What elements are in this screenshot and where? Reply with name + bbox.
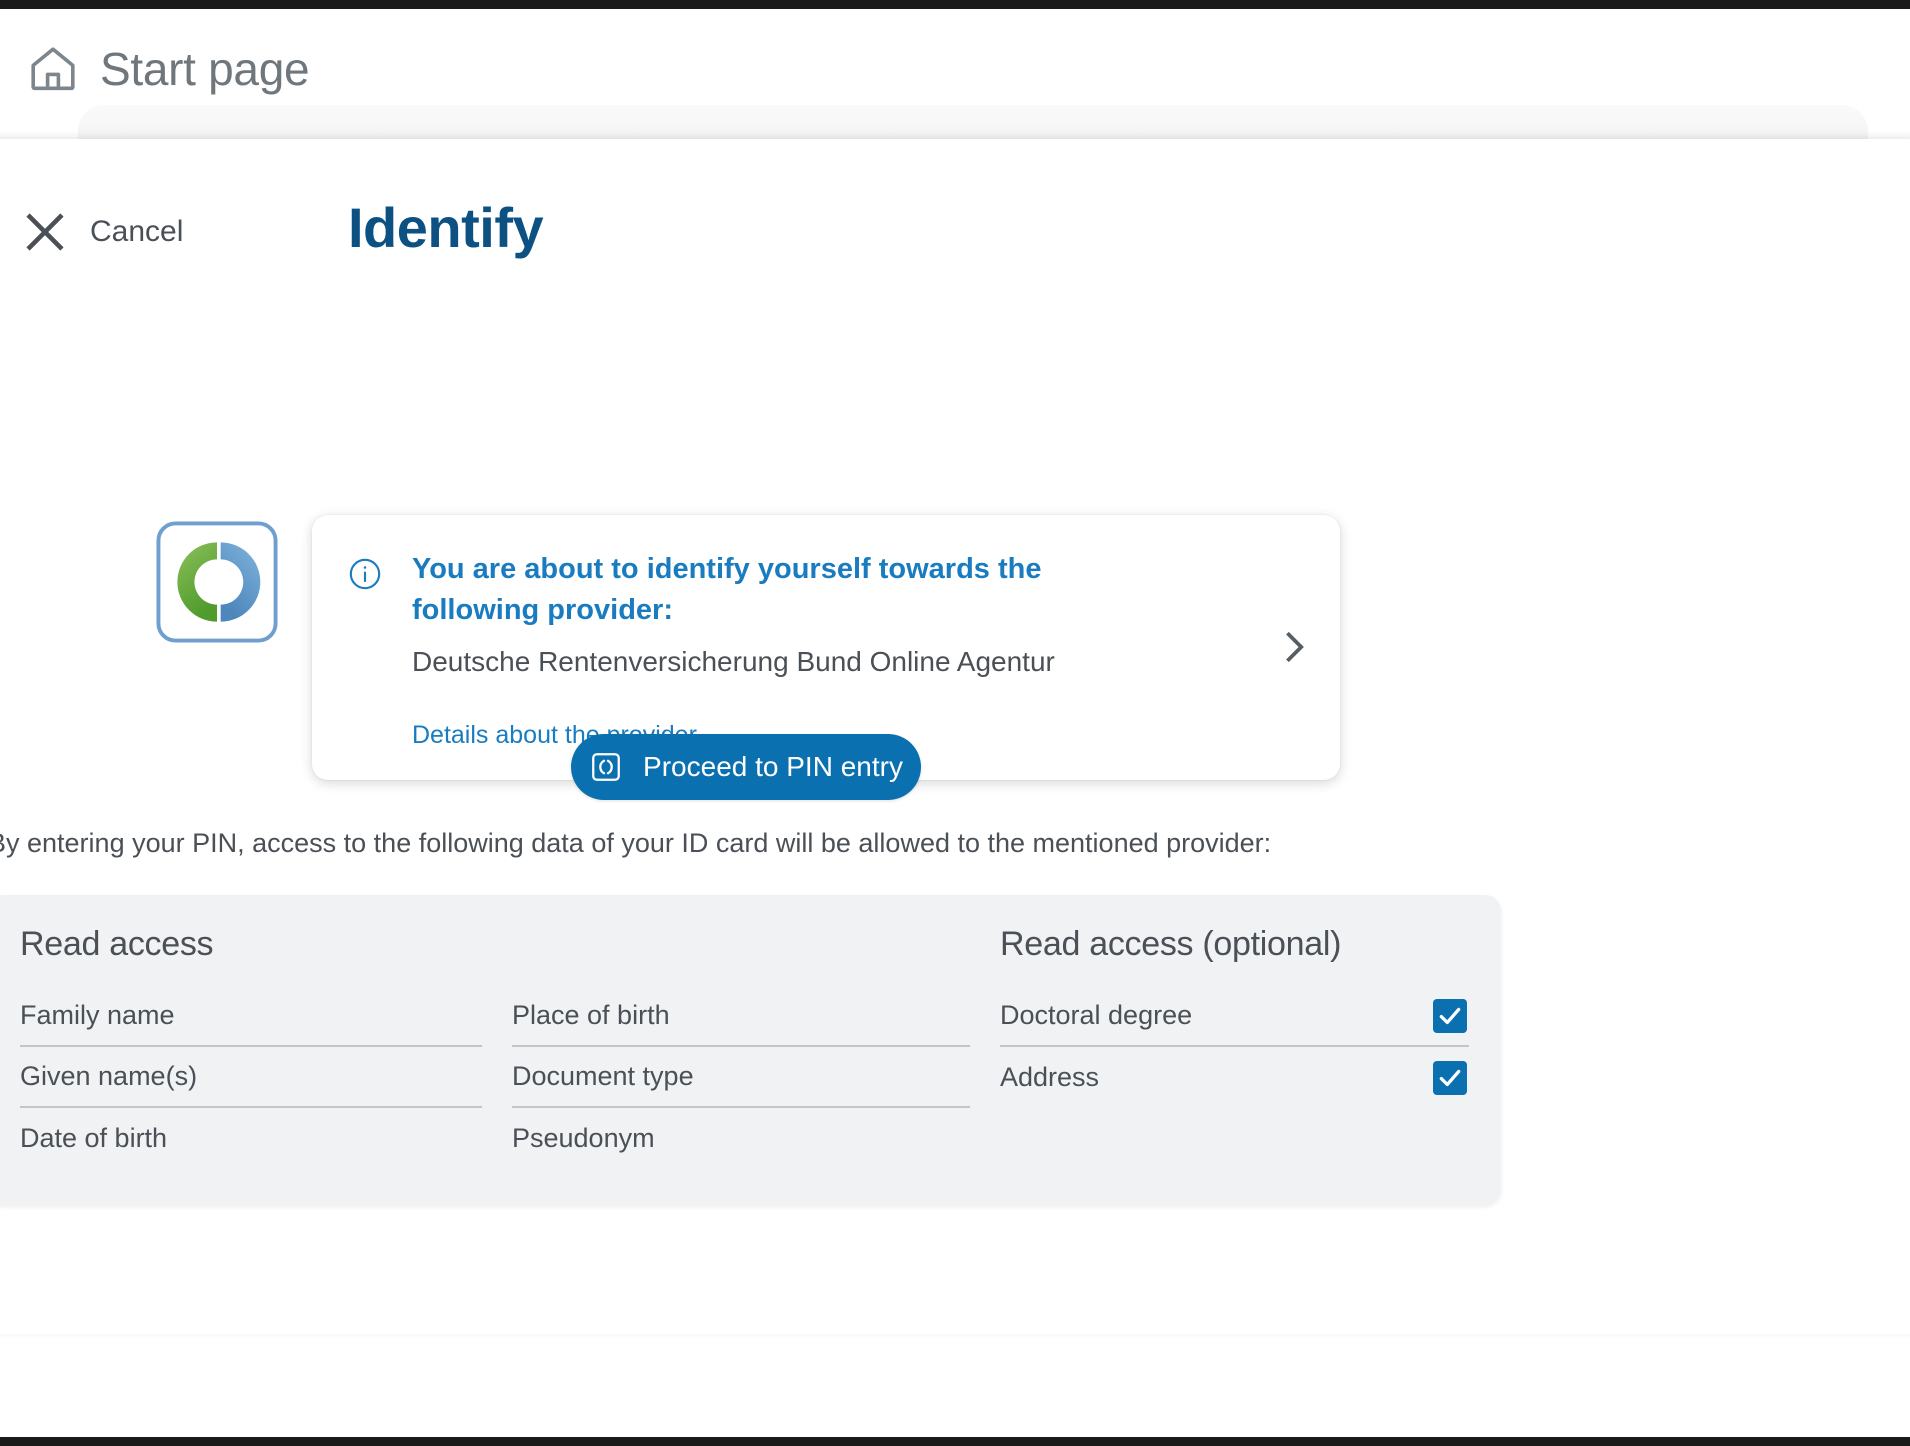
list-item: Pseudonym [512, 1108, 970, 1169]
id-card-icon [589, 750, 623, 784]
info-circle-icon [348, 549, 382, 750]
home-icon[interactable] [26, 42, 80, 96]
access-description: By entering your PIN, access to the foll… [0, 828, 1272, 858]
data-label: Family name [20, 1000, 175, 1030]
list-item: Family name [20, 986, 482, 1047]
close-icon [22, 209, 68, 255]
app-viewport: Start page Cancel Identify You are about… [0, 6, 1910, 1440]
checkbox-address[interactable] [1433, 1060, 1467, 1095]
dialog-title: Identify [348, 196, 544, 259]
list-item: Document type [512, 1047, 970, 1108]
list-item: Doctoral degree [1000, 986, 1469, 1047]
read-access-optional-heading: Read access (optional) [1000, 925, 1342, 963]
dialog-header: Cancel Identify [0, 195, 1910, 305]
provider-row: You are about to identify yourself towar… [0, 515, 1876, 781]
data-label: Date of birth [20, 1123, 168, 1153]
provider-name: Deutsche Rentenversicherung Bund Online … [412, 646, 1055, 678]
provider-ring-logo [156, 521, 278, 643]
data-column-required-b: Place of birth Document type Pseudonym [512, 986, 1000, 1169]
data-label: Doctoral degree [1000, 1000, 1193, 1030]
read-access-heading: Read access [20, 925, 214, 963]
data-columns: Family name Given name(s) Date of birth … [20, 986, 1469, 1169]
provider-headline: You are about to identify yourself towar… [412, 553, 1042, 627]
checkbox-doctoral-degree[interactable] [1433, 998, 1467, 1033]
proceed-to-pin-entry-button[interactable]: Proceed to PIN entry [571, 734, 921, 800]
list-item: Place of birth [512, 986, 970, 1047]
data-label: Pseudonym [512, 1123, 655, 1153]
list-item: Date of birth [20, 1108, 482, 1169]
dialog-card: Cancel Identify You are about to identif… [0, 139, 1910, 1334]
data-label: Address [1000, 1062, 1100, 1092]
list-item: Address [1000, 1047, 1469, 1108]
data-label: Place of birth [512, 1000, 670, 1030]
panel-headings: Read access Read access (optional) [20, 925, 1469, 964]
cancel-label: Cancel [90, 215, 184, 248]
cancel-button[interactable]: Cancel [22, 209, 183, 255]
data-access-panel: Read access Read access (optional) Famil… [0, 895, 1501, 1205]
list-item: Given name(s) [20, 1047, 482, 1108]
page-title: Start page [100, 43, 310, 95]
data-column-required-a: Family name Given name(s) Date of birth [20, 986, 512, 1169]
chevron-right-icon[interactable] [1280, 627, 1310, 669]
data-column-optional: Doctoral degree Address [1000, 986, 1469, 1169]
provider-info-body: You are about to identify yourself towar… [412, 549, 1304, 750]
data-label: Given name(s) [20, 1061, 198, 1091]
pin-button-label: Proceed to PIN entry [643, 751, 903, 782]
data-label: Document type [512, 1061, 694, 1091]
